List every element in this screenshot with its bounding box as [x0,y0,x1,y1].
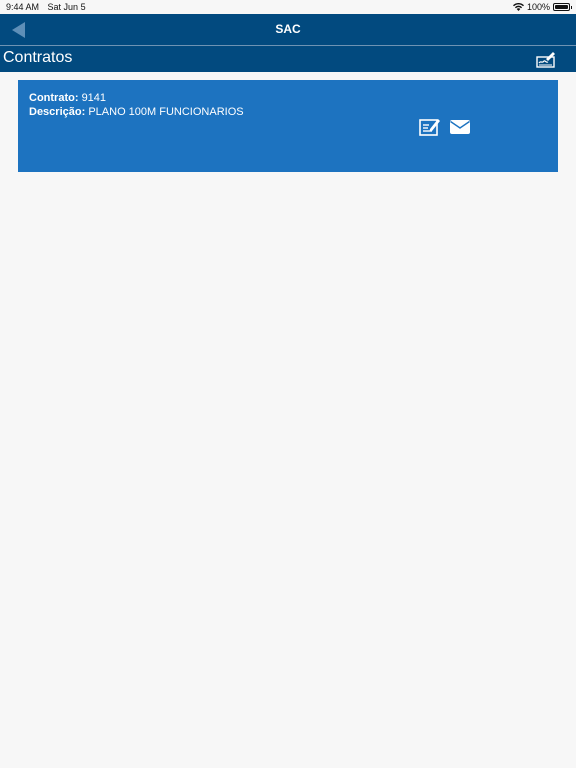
navigation-bar: SAC [0,14,576,45]
contract-label: Contrato: [29,92,79,104]
envelope-icon [450,120,470,134]
battery-icon [553,3,572,11]
card-actions [419,117,471,137]
edit-document-icon [419,119,440,136]
signature-icon [536,52,555,68]
contract-card[interactable]: Contrato: 9141 Descrição: PLANO 100M FUN… [18,80,558,172]
wifi-icon [512,3,524,11]
email-contract-button[interactable] [449,117,471,137]
contract-description-line: Descrição: PLANO 100M FUNCIONARIOS [29,106,244,118]
edit-contract-button[interactable] [419,117,441,137]
section-title: Contratos [3,49,73,66]
status-bar: 9:44 AM Sat Jun 5 100% [0,0,576,14]
status-date: Sat Jun 5 [47,2,86,12]
contract-value: 9141 [81,92,107,104]
signature-button[interactable] [536,51,556,68]
description-value: PLANO 100M FUNCIONARIOS [88,106,244,118]
status-left: 9:44 AM Sat Jun 5 [6,2,86,12]
status-time: 9:44 AM [6,2,40,12]
battery-percentage: 100% [526,2,550,12]
section-header: Contratos [0,46,576,72]
description-label: Descrição: [29,106,86,118]
status-right: 100% [512,2,572,12]
contract-number-line: Contrato: 9141 [29,92,106,104]
nav-title: SAC [275,22,301,36]
